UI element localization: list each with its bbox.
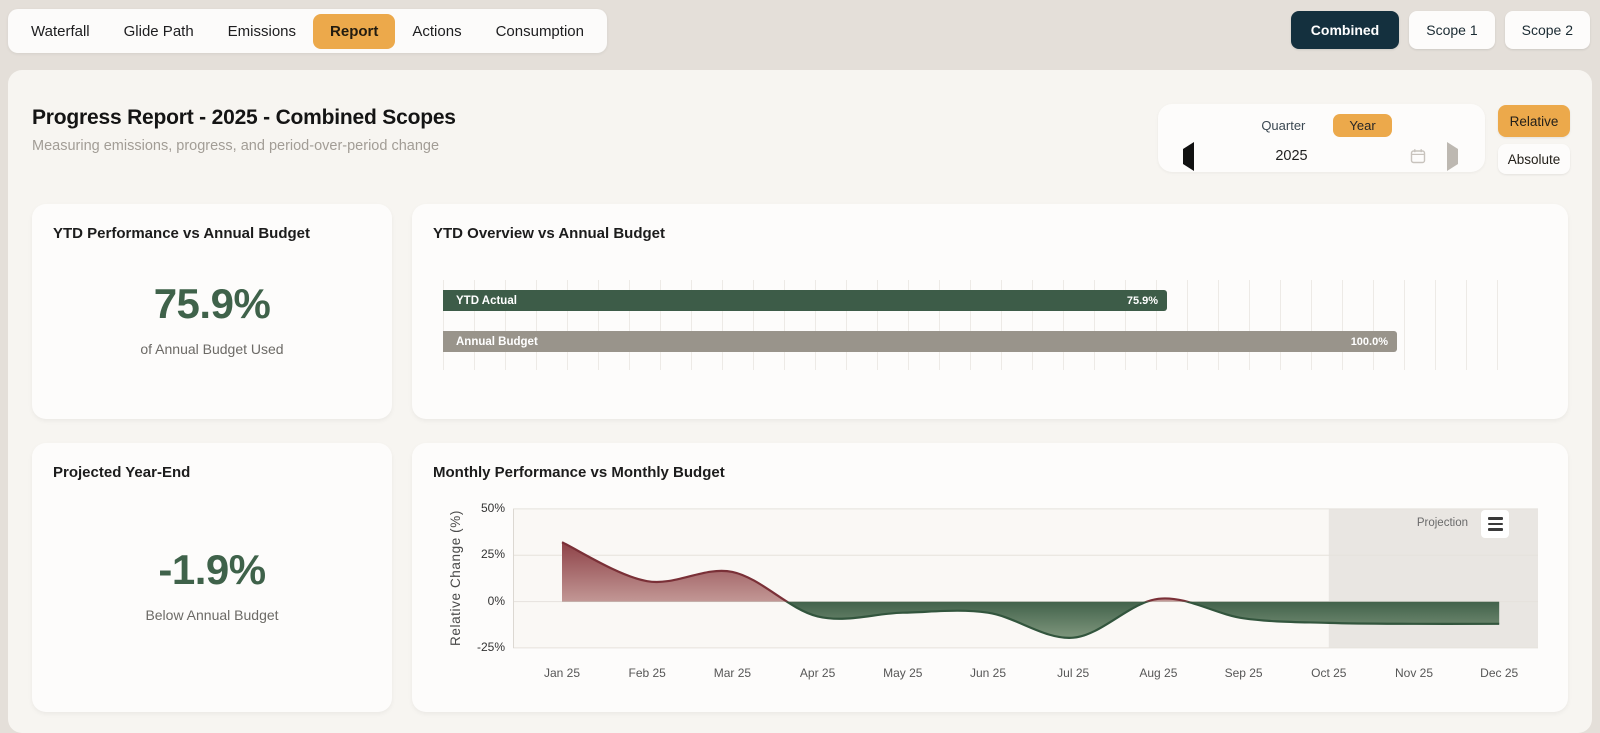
page-header: Progress Report - 2025 - Combined Scopes… <box>32 106 456 154</box>
calendar-icon[interactable] <box>1410 148 1426 164</box>
page-subtitle: Measuring emissions, progress, and perio… <box>32 138 456 154</box>
stat-content: -1.9% Below Annual Budget <box>32 443 392 712</box>
bar-annual-budget: Annual Budget 100.0% <box>443 331 1397 352</box>
bar-value-label: 75.9% <box>1127 295 1158 307</box>
x-tick-label: Nov 25 <box>1374 666 1454 681</box>
page-title: Progress Report - 2025 - Combined Scopes <box>32 106 456 130</box>
card-title: Monthly Performance vs Monthly Budget <box>433 464 725 481</box>
ytd-performance-caption: of Annual Budget Used <box>140 341 283 357</box>
stat-content: 75.9% of Annual Budget Used <box>32 204 392 419</box>
x-tick-label: Feb 25 <box>607 666 687 681</box>
x-tick-label: Aug 25 <box>1118 666 1198 681</box>
x-tick-label: Jul 25 <box>1033 666 1113 681</box>
report-panel: Progress Report - 2025 - Combined Scopes… <box>8 70 1592 733</box>
next-arrow-icon <box>1447 142 1458 171</box>
period-navigator: 2025 <box>1158 143 1485 169</box>
chart-menu-button[interactable] <box>1481 510 1509 538</box>
bar-value-label: 100.0% <box>1351 336 1388 348</box>
x-tick-label: Jun 25 <box>948 666 1028 681</box>
scope-combined-button[interactable]: Combined <box>1291 11 1399 49</box>
main-tab-bar: Waterfall Glide Path Emissions Report Ac… <box>8 9 607 53</box>
y-tick-label: 0% <box>457 594 505 610</box>
projection-label: Projection <box>1348 517 1468 529</box>
tab-report[interactable]: Report <box>313 14 395 49</box>
y-tick-label: -25% <box>457 640 505 656</box>
y-tick-label: 50% <box>457 501 505 517</box>
card-ytd-overview: YTD Overview vs Annual Budget YTD Actual… <box>412 204 1568 419</box>
absolute-button[interactable]: Absolute <box>1498 144 1570 174</box>
period-granularity-toggle: Quarter Year <box>1158 113 1485 137</box>
tab-waterfall[interactable]: Waterfall <box>14 14 107 49</box>
scope-toggle: Combined Scope 1 Scope 2 <box>1291 11 1590 49</box>
projected-year-end-value: -1.9% <box>158 546 265 594</box>
period-value: 2025 <box>1158 148 1425 164</box>
monthly-area-chart <box>513 508 1538 649</box>
tab-glide-path[interactable]: Glide Path <box>107 14 211 49</box>
x-tick-label: Jan 25 <box>522 666 602 681</box>
tab-emissions[interactable]: Emissions <box>211 14 313 49</box>
ytd-performance-value: 75.9% <box>154 280 271 328</box>
y-tick-label: 25% <box>457 547 505 563</box>
x-tick-label: May 25 <box>863 666 943 681</box>
scope-2-button[interactable]: Scope 2 <box>1505 11 1590 49</box>
menu-icon <box>1488 517 1503 519</box>
card-projected-year-end: Projected Year-End -1.9% Below Annual Bu… <box>32 443 392 712</box>
tab-consumption[interactable]: Consumption <box>479 14 601 49</box>
card-monthly-performance: Monthly Performance vs Monthly Budget Re… <box>412 443 1568 712</box>
tab-actions[interactable]: Actions <box>395 14 478 49</box>
ytd-overview-bar-chart: YTD Actual 75.9% Annual Budget 100.0% <box>443 280 1523 370</box>
bar-category-label: YTD Actual <box>456 295 517 307</box>
next-period-button[interactable] <box>1447 149 1458 164</box>
bar-category-label: Annual Budget <box>456 336 538 348</box>
x-tick-label: Apr 25 <box>778 666 858 681</box>
x-tick-label: Sep 25 <box>1204 666 1284 681</box>
x-tick-label: Mar 25 <box>692 666 772 681</box>
quarter-option[interactable]: Quarter <box>1251 114 1315 137</box>
card-ytd-performance: YTD Performance vs Annual Budget 75.9% o… <box>32 204 392 419</box>
bar-ytd-actual: YTD Actual 75.9% <box>443 290 1167 311</box>
x-tick-label: Dec 25 <box>1459 666 1539 681</box>
scope-1-button[interactable]: Scope 1 <box>1409 11 1494 49</box>
year-option[interactable]: Year <box>1333 114 1391 137</box>
period-picker: Quarter Year 2025 <box>1158 104 1485 172</box>
x-tick-label: Oct 25 <box>1289 666 1369 681</box>
relative-button[interactable]: Relative <box>1498 105 1570 137</box>
projected-year-end-caption: Below Annual Budget <box>145 607 278 623</box>
card-title: YTD Overview vs Annual Budget <box>433 225 665 242</box>
